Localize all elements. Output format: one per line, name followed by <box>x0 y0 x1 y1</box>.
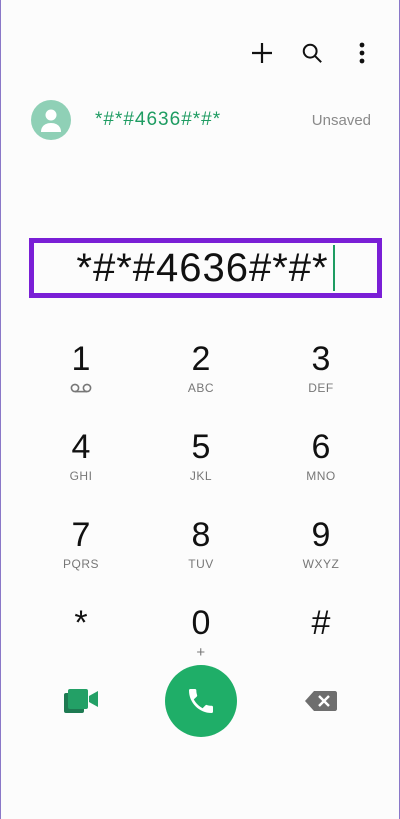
backspace-icon <box>305 691 337 711</box>
video-camera-icon <box>64 689 98 713</box>
phone-icon <box>189 689 213 713</box>
key-digit: 4 <box>71 428 91 466</box>
avatar <box>31 100 71 140</box>
unsaved-label: Unsaved <box>311 111 371 129</box>
key-letters: ABC <box>187 381 215 395</box>
person-icon <box>41 109 61 132</box>
backspace-button[interactable] <box>301 681 341 721</box>
key-digit: 3 <box>311 340 331 378</box>
key-7[interactable]: 7 PQRS <box>31 516 131 604</box>
key-digit: 5 <box>191 428 211 466</box>
key-6[interactable]: 6 MNO <box>271 428 371 516</box>
keypad-row-1: 1 2 ABC 3 DEF <box>31 340 371 428</box>
dial-input[interactable]: *#*#4636#*#* <box>76 246 328 291</box>
key-digit: * <box>74 604 88 642</box>
search-button[interactable] <box>297 38 327 68</box>
key-1[interactable]: 1 <box>31 340 131 428</box>
call-button[interactable] <box>165 665 237 737</box>
key-2[interactable]: 2 ABC <box>151 340 251 428</box>
key-5[interactable]: 5 JKL <box>151 428 251 516</box>
key-digit: 1 <box>71 340 91 378</box>
key-letters: GHI <box>69 469 93 483</box>
key-letters: DEF <box>308 381 334 395</box>
keypad: 1 2 ABC 3 DEF 4 GHI 5 JKL 6 MNO 7 PQRS 8… <box>31 340 371 692</box>
key-digit: # <box>311 604 331 642</box>
key-3[interactable]: 3 DEF <box>271 340 371 428</box>
key-8[interactable]: 8 TUV <box>151 516 251 604</box>
more-options-button[interactable] <box>347 38 377 68</box>
key-letters <box>70 381 92 395</box>
key-letters: JKL <box>189 469 213 483</box>
video-call-button[interactable] <box>61 681 101 721</box>
keypad-row-2: 4 GHI 5 JKL 6 MNO <box>31 428 371 516</box>
add-contact-button[interactable] <box>247 38 277 68</box>
key-digit: 7 <box>71 516 91 554</box>
plus-icon <box>252 43 272 63</box>
text-caret <box>332 245 335 291</box>
keypad-row-3: 7 PQRS 8 TUV 9 WXYZ <box>31 516 371 604</box>
key-letters: WXYZ <box>302 557 340 571</box>
call-action-row <box>61 665 341 737</box>
key-9[interactable]: 9 WXYZ <box>271 516 371 604</box>
key-digit: 2 <box>191 340 211 378</box>
top-action-bar <box>247 38 377 68</box>
more-vertical-icon <box>359 42 365 64</box>
contact-suggestion-row[interactable]: *#*#4636#*#* Unsaved <box>31 100 371 140</box>
key-digit: 8 <box>191 516 211 554</box>
key-letters: PQRS <box>62 557 99 571</box>
voicemail-icon <box>70 383 92 393</box>
key-letters: TUV <box>188 557 214 571</box>
key-digit: 6 <box>311 428 331 466</box>
key-digit: 0 <box>191 604 211 642</box>
suggested-number: *#*#4636#*#* <box>95 109 222 130</box>
search-icon <box>302 43 322 63</box>
key-digit: 9 <box>311 516 331 554</box>
key-letters: MNO <box>306 469 336 483</box>
dial-input-highlight[interactable]: *#*#4636#*#* <box>29 238 382 298</box>
key-4[interactable]: 4 GHI <box>31 428 131 516</box>
key-letters: + <box>196 643 206 661</box>
